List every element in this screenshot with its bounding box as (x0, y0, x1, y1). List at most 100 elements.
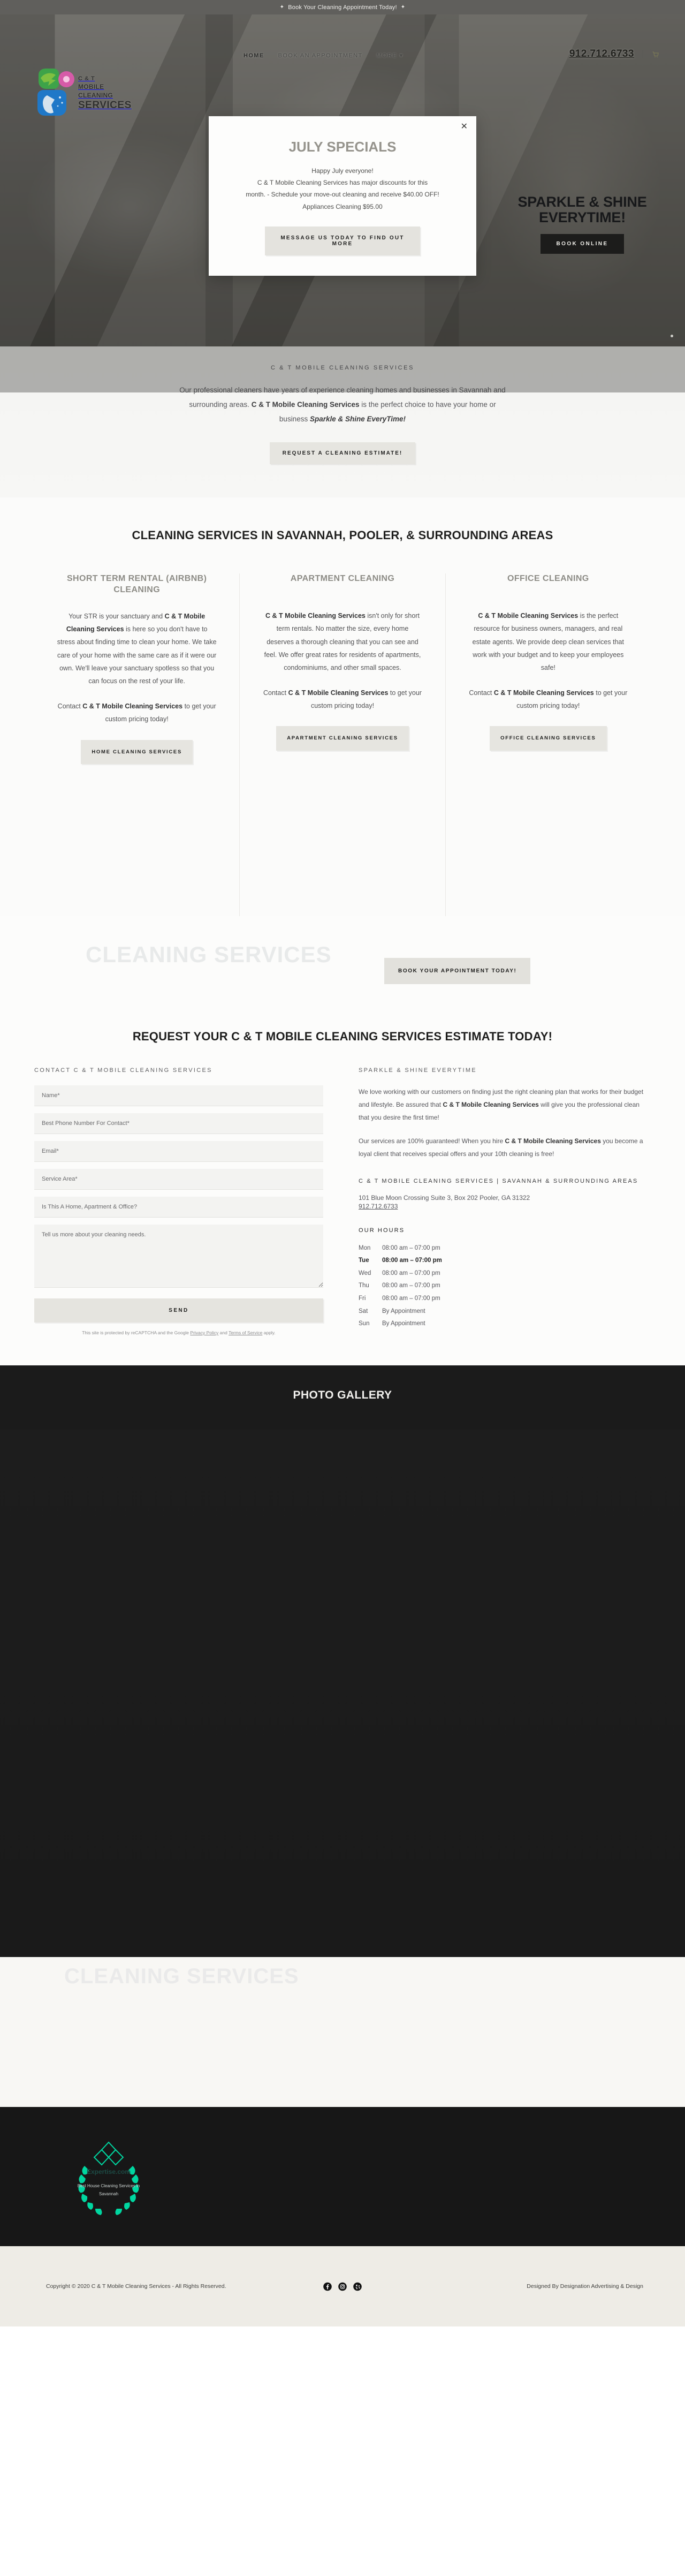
estimate-info-column: SPARKLE & SHINE EVERYTIME We love workin… (359, 1067, 651, 1335)
estimate-section: REQUEST YOUR C & T MOBILE CLEANING SERVI… (0, 1023, 685, 1365)
hours-time: 08:00 am – 07:00 pm (382, 1244, 440, 1251)
svc-0-p1a: Your STR is your sanctuary and (68, 612, 165, 620)
hero-headline-line1: SPARKLE & SHINE (517, 194, 647, 210)
close-icon[interactable]: ✕ (461, 123, 468, 131)
modal-title: JULY SPECIALS (288, 139, 397, 155)
hours-row: Fri 08:00 am – 07:00 pm (359, 1293, 651, 1305)
nav-item-book-an-appointment[interactable]: BOOK AN APPOINTMENT (278, 52, 363, 59)
terms-of-service-link[interactable]: Terms of Service (229, 1330, 262, 1335)
hours-row: Sat By Appointment (359, 1305, 651, 1318)
svc-1-p1c: isn't only for short term rentals. No ma… (264, 611, 421, 672)
announcement-bar[interactable]: ✦ Book Your Cleaning Appointment Today! … (0, 0, 685, 14)
request-estimate-button[interactable]: REQUEST A CLEANING ESTIMATE! (269, 442, 416, 464)
logo-line-3: SERVICES (78, 99, 132, 111)
carousel-dot-icon[interactable] (671, 335, 673, 337)
hero-headline: SPARKLE & SHINE EVERYTIME! (502, 194, 663, 225)
main-navigation: HOME BOOK AN APPOINTMENT MORE ▾ (243, 52, 404, 59)
apartment-cleaning-services-button[interactable]: APARTMENT CLEANING SERVICES (276, 726, 409, 751)
site-logo[interactable]: C & T MOBILE CLEANING SERVICES (35, 61, 137, 124)
badge-award-text: Best House Cleaning Services in Savannah (77, 2184, 140, 2197)
logo-line-1: C & T (78, 75, 95, 82)
contact-form-title: CONTACT C & T MOBILE CLEANING SERVICES (34, 1067, 212, 1074)
cleaning-needs-textarea[interactable] (34, 1225, 323, 1288)
privacy-policy-link[interactable]: Privacy Policy (190, 1330, 218, 1335)
nav-item-home[interactable]: HOME (243, 52, 264, 59)
nav-item-more[interactable]: MORE ▾ (377, 52, 404, 59)
modal-body-line1: Happy July everyone! (311, 167, 374, 175)
service-paragraph-2: Contact C & T Mobile Cleaning Services t… (468, 686, 628, 713)
our-hours-title: OUR HOURS (359, 1227, 405, 1234)
modal-body-line4: Appliances Cleaning $95.00 (302, 202, 383, 210)
instagram-icon[interactable] (338, 2282, 347, 2291)
hours-time: By Appointment (382, 1308, 425, 1315)
svc-2-p2b: C & T Mobile Cleaning Services (493, 689, 594, 697)
info-paragraph-2: Our services are 100% guaranteed! When y… (359, 1135, 651, 1160)
svc-0-p2a: Contact (57, 702, 83, 710)
email-field[interactable] (34, 1141, 323, 1162)
sparkle-icon: ✦ (400, 4, 406, 10)
estimate-heading: REQUEST YOUR C & T MOBILE CLEANING SERVI… (132, 1030, 553, 1043)
hours-day: Thu (359, 1282, 369, 1289)
hero-section: C & T MOBILE CLEANING SERVICES HOME BOOK… (0, 14, 685, 346)
hours-day: Sat (359, 1308, 368, 1315)
yelp-icon[interactable] (353, 2282, 362, 2291)
badge-site-name: Expertise.com (86, 2168, 131, 2175)
modal-body: Happy July everyone! C & T Mobile Cleani… (230, 165, 455, 213)
header-right: 912.712.6733 | (569, 48, 659, 60)
home-cleaning-services-button[interactable]: HOME CLEANING SERVICES (81, 739, 193, 764)
book-your-appointment-today-button[interactable]: BOOK YOUR APPOINTMENT TODAY! (384, 958, 531, 984)
business-address-title: C & T MOBILE CLEANING SERVICES | SAVANNA… (359, 1178, 638, 1184)
name-field[interactable] (34, 1085, 323, 1106)
hours-row: Tue 08:00 am – 07:00 pm (359, 1255, 651, 1267)
hero-claim: SPARKLE & SHINE EVERYTIME! BOOK ONLINE (502, 194, 663, 254)
estimate-form-column: CONTACT C & T MOBILE CLEANING SERVICES S… (34, 1067, 323, 1335)
book-online-button[interactable]: BOOK ONLINE (540, 234, 625, 254)
phone-field[interactable] (34, 1113, 323, 1134)
send-button[interactable]: SEND (34, 1298, 323, 1323)
logo-mark-icon (35, 67, 75, 117)
svc-0-p2b: C & T Mobile Cleaning Services (82, 702, 183, 710)
copyright-text: Copyright © 2020 C & T Mobile Cleaning S… (46, 2283, 226, 2290)
svc-1-p2b: C & T Mobile Cleaning Services (288, 689, 389, 697)
intro-paragraph: Our professional cleaners have years of … (177, 383, 508, 426)
business-phone-link[interactable]: 912.712.6733 (359, 1203, 398, 1210)
modal-body-line2: C & T Mobile Cleaning Services has major… (257, 179, 428, 187)
book-appointment-band: CLEANING SERVICES BOOK YOUR APPOINTMENT … (0, 916, 685, 1023)
facebook-icon[interactable] (323, 2282, 332, 2291)
nav-more-label: MORE (376, 52, 398, 59)
svc-1-p1b: C & T Mobile Cleaning Services (265, 611, 366, 620)
info-p2a: Our services are 100% guaranteed! When y… (359, 1137, 505, 1145)
service-title: OFFICE CLEANING (507, 574, 589, 583)
cart-icon[interactable] (651, 50, 659, 58)
service-title: APARTMENT CLEANING (290, 574, 395, 583)
footer-bottom: Copyright © 2020 C & T Mobile Cleaning S… (0, 2246, 685, 2326)
svc-1-p2a: Contact (263, 689, 288, 697)
july-specials-modal: ✕ JULY SPECIALS Happy July everyone! C &… (209, 116, 476, 276)
hours-day: Wed (359, 1270, 371, 1276)
property-type-field[interactable] (34, 1197, 323, 1218)
service-paragraph-1: C & T Mobile Cleaning Services is the pe… (468, 609, 628, 675)
service-paragraph-2: Contact C & T Mobile Cleaning Services t… (57, 700, 217, 726)
service-paragraph-1: Your STR is your sanctuary and C & T Mob… (57, 610, 217, 688)
header-separator: | (641, 49, 644, 58)
hours-day: Fri (359, 1295, 366, 1302)
business-address: 101 Blue Moon Crossing Suite 3, Box 202 … (359, 1193, 530, 1202)
lower-decorative-band: CLEANING SERVICES (0, 1957, 685, 2107)
hours-time: By Appointment (382, 1320, 425, 1327)
hours-table: Mon 08:00 am – 07:00 pm Tue 08:00 am – 07:… (359, 1242, 651, 1331)
service-area-field[interactable] (34, 1169, 323, 1190)
intro-eyebrow: C & T MOBILE CLEANING SERVICES (270, 365, 415, 371)
logo-wordmark: C & T MOBILE CLEANING SERVICES (78, 74, 137, 110)
modal-cta-button[interactable]: MESSAGE US TODAY TO FIND OUT MORE (265, 226, 420, 255)
service-column-office-cleaning: OFFICE CLEANING C & T Mobile Cleaning Se… (445, 573, 651, 916)
intro-text-italic: Sparkle & Shine EveryTime! (309, 415, 406, 423)
header-phone-link[interactable]: 912.712.6733 (569, 48, 634, 60)
office-cleaning-services-button[interactable]: OFFICE CLEANING SERVICES (490, 726, 607, 751)
recaptcha-text-c: apply. (262, 1330, 276, 1335)
announcement-text: Book Your Cleaning Appointment Today! (288, 4, 397, 11)
gallery-image-grid[interactable] (0, 1430, 685, 1957)
recaptcha-text-a: This site is protected by reCAPTCHA and … (82, 1330, 191, 1335)
hours-time: 08:00 am – 07:00 pm (382, 1282, 440, 1289)
chevron-down-icon: ▾ (399, 52, 404, 59)
hero-headline-line2: EVERYTIME! (538, 209, 626, 226)
